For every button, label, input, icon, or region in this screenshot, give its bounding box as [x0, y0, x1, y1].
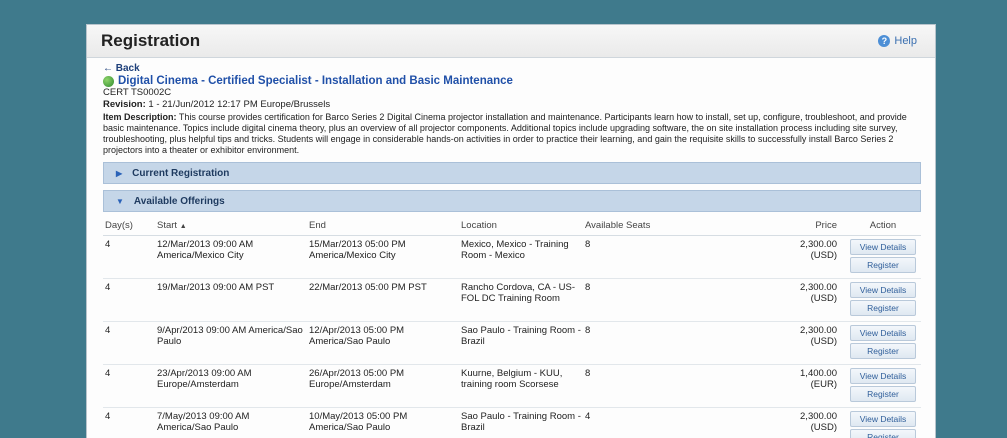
cell-location: Mexico, Mexico - Training Room - Mexico: [459, 235, 583, 279]
cell-start: 12/Mar/2013 09:00 AM America/Mexico City: [155, 235, 307, 279]
description-text: This course provides certification for B…: [103, 112, 907, 155]
register-button[interactable]: Register: [850, 300, 916, 316]
help-icon[interactable]: ?: [878, 35, 891, 47]
register-button[interactable]: Register: [850, 429, 916, 438]
cell-start: 19/Mar/2013 09:00 AM PST: [155, 278, 307, 322]
current-registration-section[interactable]: ▶ Current Registration: [103, 162, 921, 184]
price-currency: (EUR): [810, 379, 837, 390]
cell-end: 26/Apr/2013 05:00 PM Europe/Amsterdam: [307, 364, 459, 408]
description-label: Item Description:: [103, 112, 177, 122]
cell-action: View Details Register: [845, 321, 921, 365]
help-link[interactable]: ? Help: [878, 35, 917, 47]
price-amount: 2,300.00: [800, 325, 837, 336]
table-row: 4 12/Mar/2013 09:00 AM America/Mexico Ci…: [103, 235, 921, 279]
price-amount: 2,300.00: [800, 239, 837, 250]
cell-action: View Details Register: [845, 235, 921, 279]
header-start-label[interactable]: Start: [157, 220, 177, 231]
offerings-table: Day(s) Start ▲ End Location Available Se…: [103, 216, 921, 438]
globe-icon: [103, 75, 114, 87]
course-code: CERT TS0002C: [103, 87, 172, 98]
cell-end: 15/Mar/2013 05:00 PM America/Mexico City: [307, 235, 459, 279]
price-currency: (USD): [810, 422, 837, 433]
course-title-link[interactable]: Digital Cinema - Certified Specialist - …: [103, 75, 921, 87]
course-description: Item Description: This course provides c…: [103, 112, 921, 156]
cell-end: 22/Mar/2013 05:00 PM PST: [307, 278, 459, 322]
panel-header: Registration ? Help: [87, 25, 935, 58]
price-currency: (USD): [810, 293, 837, 304]
view-details-button[interactable]: View Details: [850, 368, 916, 384]
cell-price: 2,300.00 (USD): [765, 235, 845, 279]
view-details-button[interactable]: View Details: [850, 239, 916, 255]
cell-days: 4: [103, 364, 155, 408]
price-amount: 2,300.00: [800, 411, 837, 422]
section-label[interactable]: Available Offerings: [134, 196, 225, 207]
view-details-button[interactable]: View Details: [850, 411, 916, 427]
cell-seats: 8: [583, 321, 765, 365]
cell-location: Kuurne, Belgium - KUU, training room Sco…: [459, 364, 583, 408]
cell-seats: 8: [583, 235, 765, 279]
panel-content: ← Back Digital Cinema - Certified Specia…: [87, 58, 935, 438]
cell-seats: 4: [583, 407, 765, 438]
view-details-button[interactable]: View Details: [850, 282, 916, 298]
help-label[interactable]: Help: [894, 35, 917, 47]
cell-price: 2,300.00 (USD): [765, 321, 845, 365]
cell-price: 2,300.00 (USD): [765, 407, 845, 438]
course-title[interactable]: Digital Cinema - Certified Specialist - …: [118, 75, 513, 87]
expand-arrow-icon[interactable]: ▶: [116, 169, 122, 178]
cell-days: 4: [103, 407, 155, 438]
cell-end: 12/Apr/2013 05:00 PM America/Sao Paulo: [307, 321, 459, 365]
price-currency: (USD): [810, 250, 837, 261]
cell-seats: 8: [583, 278, 765, 322]
cell-location: Sao Paulo - Training Room - Brazil: [459, 407, 583, 438]
cell-location: Rancho Cordova, CA - US-FOL DC Training …: [459, 278, 583, 322]
register-button[interactable]: Register: [850, 257, 916, 273]
header-start[interactable]: Start ▲: [155, 216, 307, 236]
header-action: Action: [845, 216, 921, 236]
view-details-button[interactable]: View Details: [850, 325, 916, 341]
cell-action: View Details Register: [845, 407, 921, 438]
table-row: 4 7/May/2013 09:00 AM America/Sao Paulo …: [103, 407, 921, 438]
price-amount: 1,400.00: [800, 368, 837, 379]
revision-value: 1 - 21/Jun/2012 12:17 PM Europe/Brussels: [145, 99, 331, 110]
cell-days: 4: [103, 321, 155, 365]
cell-location: Sao Paulo - Training Room - Brazil: [459, 321, 583, 365]
table-row: 4 9/Apr/2013 09:00 AM America/Sao Paulo …: [103, 321, 921, 365]
header-end[interactable]: End: [307, 216, 459, 236]
page-title: Registration: [101, 31, 201, 50]
cell-start: 7/May/2013 09:00 AM America/Sao Paulo: [155, 407, 307, 438]
cell-end: 10/May/2013 05:00 PM America/Sao Paulo: [307, 407, 459, 438]
header-seats[interactable]: Available Seats: [583, 216, 765, 236]
cell-start: 23/Apr/2013 09:00 AM Europe/Amsterdam: [155, 364, 307, 408]
register-button[interactable]: Register: [850, 386, 916, 402]
cell-start: 9/Apr/2013 09:00 AM America/Sao Paulo: [155, 321, 307, 365]
course-revision: Revision: 1 - 21/Jun/2012 12:17 PM Europ…: [103, 99, 921, 111]
cell-action: View Details Register: [845, 364, 921, 408]
registration-panel: Registration ? Help ← Back Digital Cinem…: [86, 24, 936, 438]
table-row: 4 23/Apr/2013 09:00 AM Europe/Amsterdam …: [103, 364, 921, 408]
price-currency: (USD): [810, 336, 837, 347]
revision-label: Revision:: [103, 99, 146, 110]
section-label[interactable]: Current Registration: [132, 168, 229, 179]
register-button[interactable]: Register: [850, 343, 916, 359]
header-days: Day(s): [103, 216, 155, 236]
cell-seats: 8: [583, 364, 765, 408]
back-link[interactable]: ← Back: [103, 63, 921, 74]
cell-days: 4: [103, 278, 155, 322]
table-header-row: Day(s) Start ▲ End Location Available Se…: [103, 216, 921, 236]
cell-price: 2,300.00 (USD): [765, 278, 845, 322]
price-amount: 2,300.00: [800, 282, 837, 293]
table-row: 4 19/Mar/2013 09:00 AM PST 22/Mar/2013 0…: [103, 278, 921, 322]
available-offerings-section[interactable]: ▼ Available Offerings: [103, 190, 921, 212]
cell-action: View Details Register: [845, 278, 921, 322]
cell-price: 1,400.00 (EUR): [765, 364, 845, 408]
cell-days: 4: [103, 235, 155, 279]
header-location[interactable]: Location: [459, 216, 583, 236]
sort-ascending-icon[interactable]: ▲: [180, 223, 187, 230]
header-price[interactable]: Price: [765, 216, 845, 236]
collapse-arrow-icon[interactable]: ▼: [116, 197, 124, 206]
